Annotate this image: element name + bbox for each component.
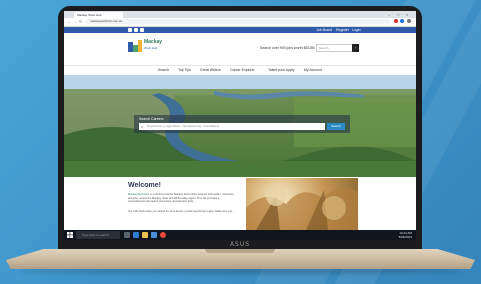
header-tagline: Search over 900 jobs worth $63.8B <box>260 46 315 50</box>
nav-talent-pool[interactable]: Talent pool Apply <box>268 66 294 75</box>
hero-banner: Search Careers Keyword (e.g. agriculture… <box>64 75 416 177</box>
extension-icon[interactable] <box>400 19 404 23</box>
welcome-title: Welcome! <box>128 182 161 189</box>
browser-address-row: ← → ↻ mackayworkhub.com.au <box>64 18 416 27</box>
welcome-photo <box>246 178 358 230</box>
search-icon: ⌕ <box>141 124 144 129</box>
laptop-hinge-notch <box>205 249 275 253</box>
windows-taskbar: Type here to search 10:24 AM 5/06/2019 <box>64 230 416 240</box>
site-logo-title[interactable]: Mackay <box>144 40 162 45</box>
header-search-input[interactable]: Search <box>316 44 354 52</box>
reload-icon[interactable]: ↻ <box>79 19 82 25</box>
welcome-link[interactable]: Mackay Work Hub <box>128 193 149 196</box>
task-view-icon[interactable] <box>124 232 130 238</box>
welcome-section: Welcome! Mackay Work Hub is a central po… <box>64 177 416 230</box>
taskbar-clock[interactable]: 10:24 AM 5/06/2019 <box>399 231 412 239</box>
taskbar-date: 5/06/2019 <box>398 235 412 239</box>
site-logo-icon[interactable] <box>128 40 142 54</box>
welcome-paragraph: Mackay Work Hub is a central portal for … <box>128 193 236 204</box>
hero-search-input[interactable]: Keyword (e.g. agriculture, manufacturing… <box>139 123 325 130</box>
laptop-brand-logo: ASUS <box>229 241 251 248</box>
file-explorer-icon[interactable] <box>142 232 148 238</box>
store-icon[interactable] <box>151 232 157 238</box>
facebook-icon[interactable] <box>128 28 132 32</box>
nav-search[interactable]: Search <box>158 66 169 75</box>
chrome-icon[interactable] <box>160 232 166 238</box>
nav-great-writers[interactable]: Great Writers <box>200 66 221 75</box>
minimize-icon[interactable]: – <box>388 11 390 18</box>
header-search-button[interactable]: › <box>352 44 359 52</box>
address-bar[interactable]: mackayworkhub.com.au <box>86 19 390 24</box>
edge-icon[interactable] <box>133 232 139 238</box>
laptop-screen: Mackay Work Hub – □ × ← → ↻ mackayworkhu… <box>64 11 416 240</box>
linkedin-icon[interactable] <box>140 28 144 32</box>
site-header: Mackay Work Hub Search over 900 jobs wor… <box>64 33 416 65</box>
menu-icon[interactable] <box>407 19 411 23</box>
hero-search-panel: Search Careers Keyword (e.g. agriculture… <box>134 115 350 133</box>
nav-my-account[interactable]: My Account <box>304 66 322 75</box>
hero-search-label: Search Careers <box>139 117 164 121</box>
taskbar-search-input[interactable]: Type here to search <box>76 231 120 239</box>
close-icon[interactable]: × <box>406 11 408 18</box>
site-logo-subtitle: Work Hub <box>144 46 158 50</box>
maximize-icon[interactable]: □ <box>397 11 399 18</box>
nav-career-explorer[interactable]: Career Explorer <box>230 66 255 75</box>
forward-icon[interactable]: → <box>73 19 77 25</box>
back-icon[interactable]: ← <box>67 19 71 25</box>
twitter-icon[interactable] <box>134 28 138 32</box>
nav-top-tips[interactable]: Top Tips <box>178 66 191 75</box>
extension-icon[interactable] <box>394 19 398 23</box>
welcome-paragraph-2: Our Jobs bank helps you search for work … <box>128 210 235 213</box>
browser-tab-bar: Mackay Work Hub – □ × <box>64 11 416 18</box>
windows-start-icon[interactable] <box>67 232 73 238</box>
hero-search-button[interactable]: Search <box>327 123 345 130</box>
